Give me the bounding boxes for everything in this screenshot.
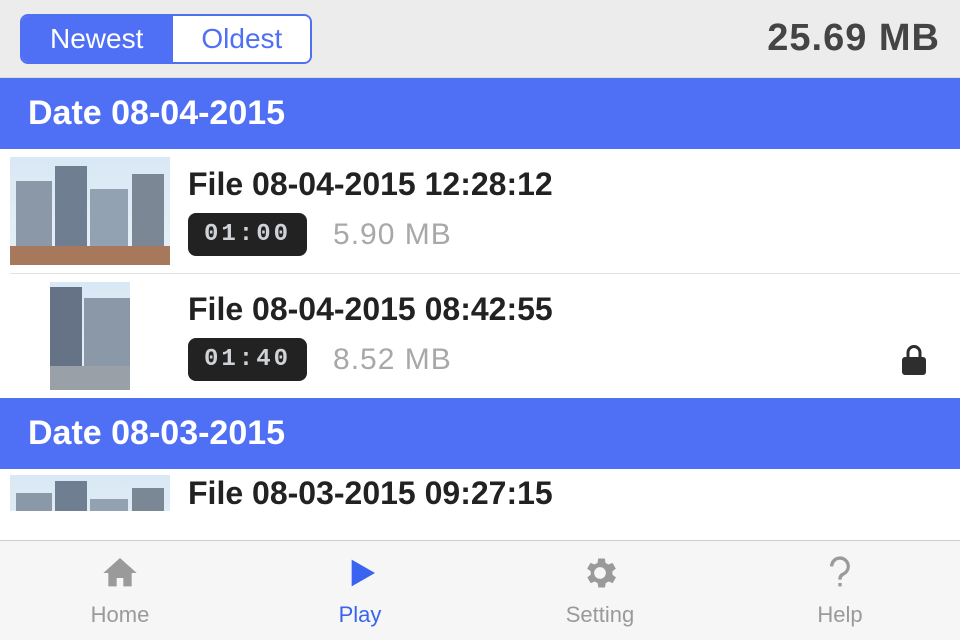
tabbar: Home Play Setting Help [0, 540, 960, 640]
tab-setting[interactable]: Setting [480, 541, 720, 640]
sort-segmented-control: Newest Oldest [20, 14, 312, 64]
file-list: Date 08-04-2015 File 08-04-2015 12:28:12… [0, 78, 960, 540]
file-duration-badge: 01:00 [188, 213, 307, 256]
total-storage-label: 25.69 MB [767, 17, 940, 60]
file-title: File 08-04-2015 12:28:12 [188, 166, 950, 203]
tab-label: Home [91, 602, 150, 628]
file-row[interactable]: File 08-04-2015 08:42:55 01:40 8.52 MB [10, 273, 960, 398]
sort-oldest-button[interactable]: Oldest [171, 16, 310, 62]
date-section-header: Date 08-03-2015 [0, 398, 960, 469]
file-info: File 08-03-2015 09:27:15 [188, 475, 950, 511]
gear-icon [580, 553, 620, 598]
play-icon [340, 553, 380, 598]
topbar: Newest Oldest 25.69 MB [0, 0, 960, 78]
tab-play[interactable]: Play [240, 541, 480, 640]
file-thumbnail [10, 157, 170, 265]
file-info: File 08-04-2015 12:28:12 01:00 5.90 MB [188, 166, 950, 256]
file-thumbnail [50, 282, 130, 390]
home-icon [100, 553, 140, 598]
date-section-header: Date 08-04-2015 [0, 78, 960, 149]
help-icon [820, 553, 860, 598]
tab-label: Play [339, 602, 382, 628]
tab-home[interactable]: Home [0, 541, 240, 640]
file-info: File 08-04-2015 08:42:55 01:40 8.52 MB [188, 291, 950, 381]
tab-help[interactable]: Help [720, 541, 960, 640]
sort-newest-button[interactable]: Newest [22, 16, 171, 62]
tab-label: Setting [566, 602, 635, 628]
file-duration-badge: 01:40 [188, 338, 307, 381]
file-size-label: 5.90 MB [333, 218, 452, 252]
file-thumbnail [10, 475, 170, 511]
file-title: File 08-04-2015 08:42:55 [188, 291, 950, 328]
file-size-label: 8.52 MB [333, 343, 452, 377]
file-title: File 08-03-2015 09:27:15 [188, 475, 950, 511]
tab-label: Help [817, 602, 862, 628]
lock-icon [896, 342, 932, 378]
file-row[interactable]: File 08-04-2015 12:28:12 01:00 5.90 MB [0, 149, 960, 273]
file-row[interactable]: File 08-03-2015 09:27:15 [0, 469, 960, 511]
